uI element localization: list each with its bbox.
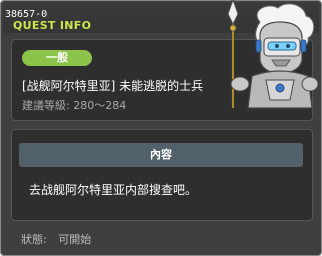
quest-info-label: QUEST INFO — [13, 19, 92, 32]
level-range: 280～284 — [73, 99, 127, 112]
quest-title: [战舰阿尔特里亚] 未能逃脱的士兵 — [22, 79, 204, 93]
npc-knight-icon — [227, 0, 319, 109]
status-value: 可開始 — [58, 233, 92, 246]
quest-content-panel: 內容 去战舰阿尔特里亚内部搜查吧。 — [11, 129, 313, 221]
quest-description: 去战舰阿尔特里亚内部搜查吧。 — [29, 183, 198, 197]
recommended-level: 建議等級: 280～284 — [22, 97, 126, 113]
level-label: 建議等級: — [22, 99, 70, 112]
quest-type-badge: 一般 — [22, 50, 92, 66]
status-label: 狀態: — [21, 233, 47, 246]
quest-status: 狀態: 可開始 — [21, 231, 91, 247]
content-header: 內容 — [19, 143, 303, 167]
